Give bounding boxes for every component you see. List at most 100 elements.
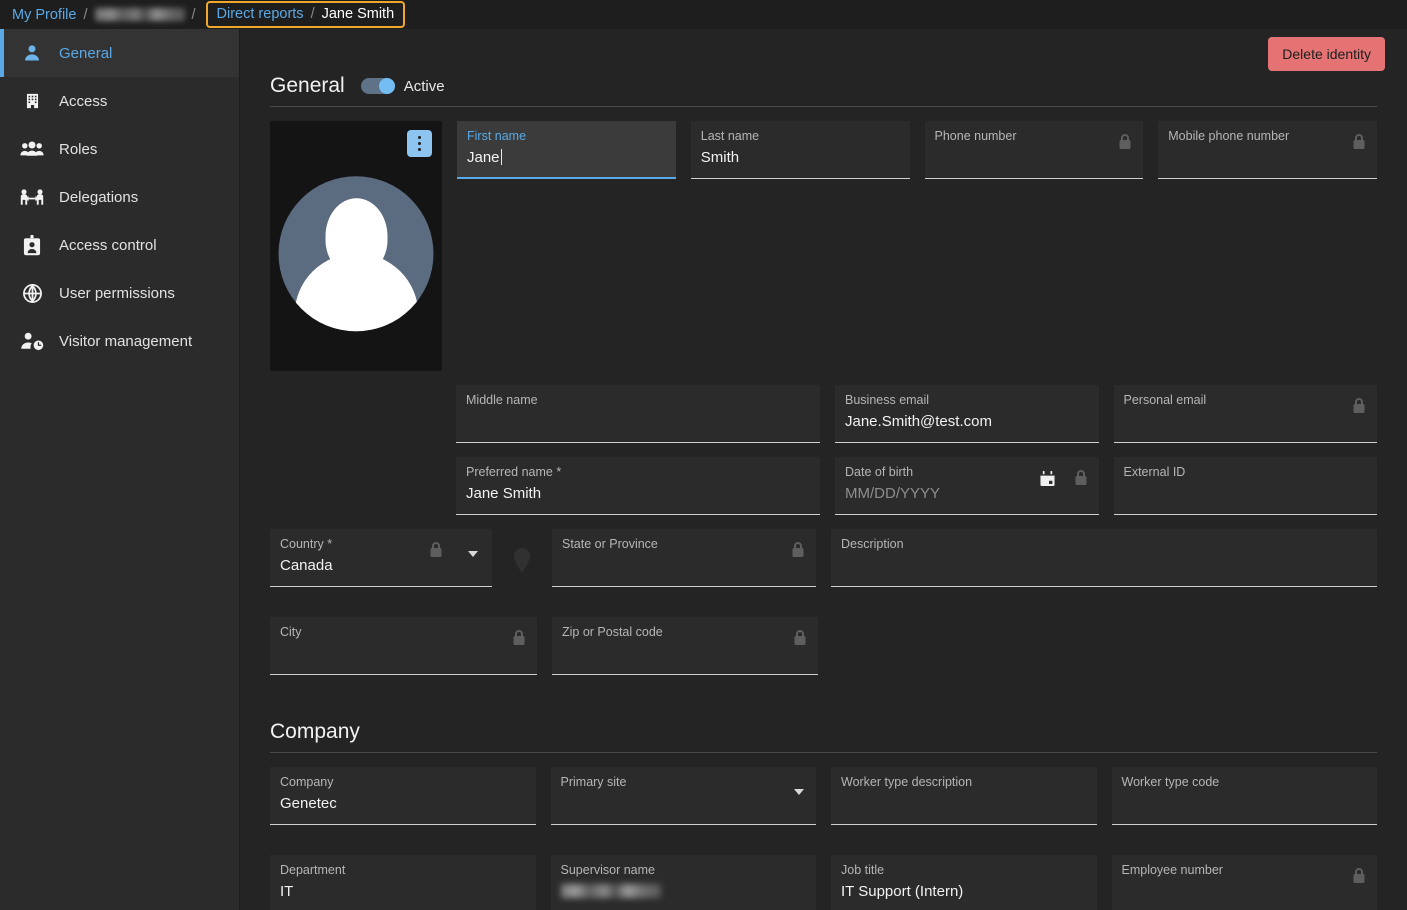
preferred-name-label: Preferred name *: [466, 465, 562, 479]
sidebar-item-user-permissions[interactable]: User permissions: [0, 269, 239, 317]
supervisor-name-label: Supervisor name: [560, 863, 656, 877]
employee-number-field[interactable]: Employee number: [1111, 855, 1377, 910]
general-form: First name Jane Last name Smith Phone nu…: [240, 121, 1407, 675]
job-title-field[interactable]: Job title IT Support (Intern): [831, 855, 1097, 910]
business-email-value: Jane.Smith@test.com: [845, 413, 992, 430]
breadcrumb-separator: /: [83, 6, 88, 23]
external-id-field[interactable]: External ID: [1113, 457, 1377, 515]
personal-email-label: Personal email: [1123, 393, 1207, 407]
avatar-image: [278, 176, 434, 332]
external-id-label: External ID: [1123, 465, 1186, 479]
lock-icon: [511, 629, 527, 647]
lock-icon: [790, 541, 806, 559]
company-row-2: Department IT Supervisor name Job title …: [270, 855, 1377, 910]
sidebar-item-label: General: [59, 44, 113, 62]
department-field[interactable]: Department IT: [270, 855, 536, 910]
company-divider: [270, 752, 1377, 753]
form-row-4: Country * Canada State or Province Descr…: [270, 529, 1377, 587]
breadcrumb-direct-reports[interactable]: Direct reports: [217, 6, 304, 22]
sidebar: General Access Roles Delegations Access: [0, 29, 240, 910]
personal-email-field[interactable]: Personal email: [1113, 385, 1377, 443]
chevron-down-icon[interactable]: [468, 551, 478, 557]
breadcrumb-separator-3: /: [310, 6, 315, 22]
sidebar-item-access[interactable]: Access: [0, 77, 239, 125]
city-field[interactable]: City: [270, 617, 537, 675]
breadcrumb-my-profile[interactable]: My Profile: [12, 7, 76, 23]
delegation-icon: [19, 186, 45, 208]
country-value: Canada: [280, 557, 333, 574]
form-row-3: Preferred name * Jane Smith Date of birt…: [456, 457, 1377, 515]
department-label: Department: [280, 863, 346, 877]
lock-icon: [428, 541, 444, 559]
last-name-value: Smith: [700, 149, 740, 166]
middle-name-field[interactable]: Middle name: [456, 385, 820, 443]
company-form: Company Genetec Primary site Worker type…: [240, 767, 1407, 910]
active-status-label: Active: [403, 77, 445, 95]
first-name-value: Jane: [467, 149, 502, 166]
job-title-label: Job title: [841, 863, 885, 877]
description-field[interactable]: Description: [831, 529, 1377, 587]
state-or-province-field[interactable]: State or Province: [552, 529, 816, 587]
business-email-field[interactable]: Business email Jane.Smith@test.com: [835, 385, 1099, 443]
sidebar-item-label: Delegations: [59, 188, 139, 206]
form-row-1: First name Jane Last name Smith Phone nu…: [270, 121, 1377, 371]
sidebar-item-delegations[interactable]: Delegations: [0, 173, 239, 221]
sidebar-item-label: Visitor management: [59, 332, 193, 350]
worker-type-code-field[interactable]: Worker type code: [1111, 767, 1377, 825]
lock-icon: [1351, 133, 1367, 151]
chevron-down-icon[interactable]: [794, 789, 804, 795]
last-name-field[interactable]: Last name Smith: [690, 121, 910, 179]
breadcrumb-separator-2: /: [191, 6, 196, 23]
required-asterisk: *: [323, 537, 333, 551]
zip-or-postal-code-field[interactable]: Zip or Postal code: [552, 617, 818, 675]
preferred-name-field[interactable]: Preferred name * Jane Smith: [456, 457, 820, 515]
sidebar-item-visitor-management[interactable]: Visitor management: [0, 317, 239, 365]
badge-icon: [19, 234, 45, 256]
company-field[interactable]: Company Genetec: [270, 767, 536, 825]
job-title-value: IT Support (Intern): [841, 883, 964, 900]
primary-site-field[interactable]: Primary site: [550, 767, 816, 825]
more-vertical-icon[interactable]: [407, 130, 432, 157]
active-status-toggle[interactable]: [360, 78, 395, 94]
company-title: Company: [270, 720, 360, 743]
city-label: City: [280, 625, 302, 639]
department-value: IT: [280, 883, 294, 900]
first-name-field[interactable]: First name Jane: [457, 121, 676, 179]
country-field[interactable]: Country * Canada: [270, 529, 492, 587]
zip-or-postal-code-label: Zip or Postal code: [562, 625, 663, 639]
sidebar-item-roles[interactable]: Roles: [0, 125, 239, 173]
person-icon: [19, 42, 45, 64]
company-label: Company: [280, 775, 334, 789]
breadcrumb-current-page: Jane Smith: [321, 6, 395, 22]
required-asterisk: *: [552, 465, 562, 479]
row-spacer: [833, 617, 1377, 675]
globe-icon: [19, 282, 45, 304]
last-name-label: Last name: [700, 129, 760, 143]
supervisor-name-field[interactable]: Supervisor name: [550, 855, 816, 910]
avatar: [270, 121, 442, 371]
calendar-icon[interactable]: [1039, 471, 1055, 487]
worker-type-description-field[interactable]: Worker type description: [831, 767, 1097, 825]
mobile-phone-number-field[interactable]: Mobile phone number: [1158, 121, 1377, 179]
sidebar-item-label: Access: [59, 92, 108, 110]
date-of-birth-field[interactable]: Date of birth MM/DD/YYYY: [835, 457, 1099, 515]
sidebar-item-label: User permissions: [59, 284, 175, 302]
company-section-header: Company: [270, 675, 1377, 744]
worker-type-description-label: Worker type description: [841, 775, 973, 789]
building-icon: [19, 90, 45, 112]
breadcrumb: My Profile / / Direct reports / Jane Smi…: [0, 0, 1407, 29]
map-pin-icon[interactable]: [507, 529, 537, 587]
text-cursor: [500, 149, 502, 165]
preferred-name-value: Jane Smith: [466, 485, 542, 502]
sidebar-item-general[interactable]: General: [0, 29, 239, 77]
general-section-header: General Active: [270, 29, 1377, 98]
phone-number-field[interactable]: Phone number: [924, 121, 1144, 179]
sidebar-item-access-control[interactable]: Access control: [0, 221, 239, 269]
visitor-clock-icon: [19, 330, 45, 352]
delete-identity-button[interactable]: Delete identity: [1268, 37, 1385, 71]
lock-icon: [792, 629, 808, 647]
middle-name-label: Middle name: [466, 393, 538, 407]
breadcrumb-redacted-name[interactable]: [94, 8, 185, 21]
avatar-body-shape: [294, 253, 418, 332]
mobile-phone-number-label: Mobile phone number: [1168, 129, 1290, 143]
